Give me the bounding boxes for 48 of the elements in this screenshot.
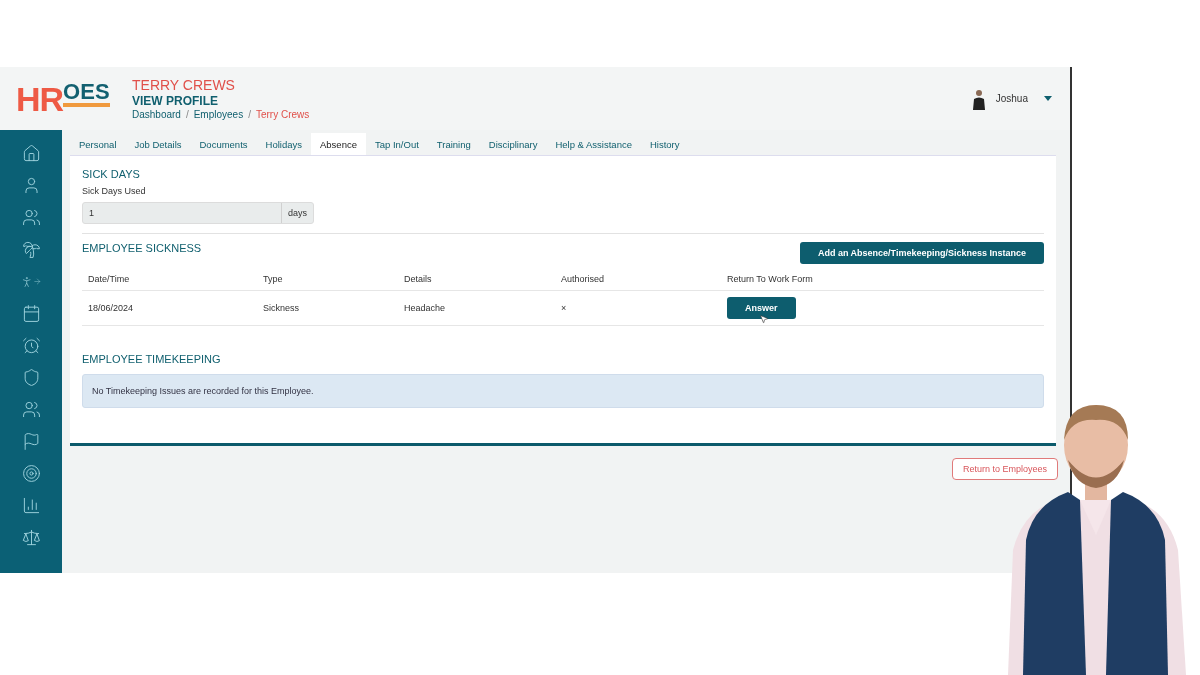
user-name[interactable]: Joshua (995, 93, 1028, 104)
section-title: SICK DAYS (82, 168, 141, 180)
employee-name: TERRY CREWS (132, 77, 236, 93)
tab[interactable]: Training (427, 133, 480, 155)
field-label: Sick Days Used (82, 186, 147, 196)
table-cell: × (555, 291, 721, 326)
column-header: Details (398, 268, 555, 291)
info-message: No Timekeeping Issues are recorded for this Employee. (82, 374, 1044, 408)
tab[interactable]: Tap In/Out (366, 133, 428, 155)
users-icon[interactable] (20, 207, 42, 228)
tab[interactable]: Job Details (125, 133, 191, 155)
tab[interactable]: Absence (311, 133, 366, 155)
input-group[interactable]: 1 days (82, 202, 314, 224)
logo-text: HR (16, 82, 64, 116)
tab[interactable]: Documents (190, 133, 257, 155)
answer-button[interactable]: Answer (727, 297, 796, 319)
caret-icon[interactable] (1044, 95, 1052, 102)
input-field[interactable]: 1 (83, 203, 281, 223)
breadcrumb-link[interactable]: Terry Crews (255, 109, 310, 120)
section-title: EMPLOYEE SICKNESS (82, 242, 202, 254)
table-cell: 18/06/2024 (82, 291, 257, 326)
unit-label: days (281, 203, 313, 223)
page-title: VIEW PROFILE (132, 94, 219, 108)
return-button[interactable]: Return to Employees (951, 458, 1058, 480)
column-header: Date/Time (82, 268, 257, 291)
palm-tree-icon[interactable] (20, 239, 42, 260)
scale-icon[interactable] (20, 527, 42, 548)
column-header: Authorised (555, 268, 721, 291)
table-cell: Sickness (257, 291, 398, 326)
tab[interactable]: Personal (70, 133, 126, 155)
target-icon[interactable] (20, 463, 42, 484)
tab[interactable]: History (640, 133, 689, 155)
group-icon[interactable] (20, 399, 42, 420)
cursor-icon (759, 314, 769, 324)
table-cell: Headache (398, 291, 555, 326)
column-header: Return To Work Form (721, 268, 1044, 291)
breadcrumb-separator: / (185, 109, 189, 120)
tab[interactable]: Help & Assistance (546, 133, 641, 155)
breadcrumb-separator: / (248, 109, 251, 120)
tab[interactable]: Disciplinary (479, 133, 547, 155)
column-header: Type (257, 268, 398, 291)
breadcrumb-link[interactable]: Employees (193, 109, 244, 120)
logo-text: OES (63, 81, 110, 107)
add-button[interactable]: Add an Absence/Timekeeping/Sickness Instance (799, 242, 1044, 264)
section-title: EMPLOYEE TIMEKEEPING (82, 353, 222, 365)
breadcrumb-link[interactable]: Dashboard (132, 109, 181, 120)
clock-icon[interactable] (20, 335, 42, 356)
tab[interactable]: Holidays (256, 133, 311, 155)
